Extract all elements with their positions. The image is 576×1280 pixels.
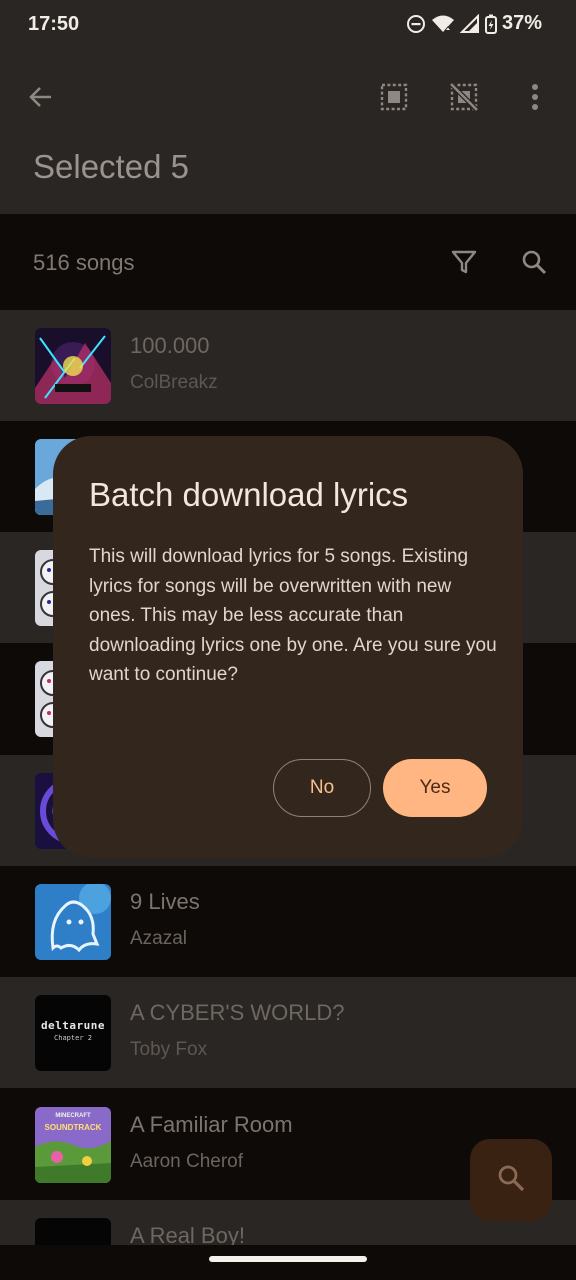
song-title: 100.000: [130, 333, 210, 358]
song-title: A CYBER'S WORLD?: [130, 1000, 345, 1025]
deselect-all-icon[interactable]: [440, 73, 488, 121]
selection-app-bar: Selected 5: [0, 50, 576, 214]
no-button[interactable]: No: [273, 759, 371, 817]
select-all-icon[interactable]: [370, 73, 418, 121]
search-fab[interactable]: [470, 1139, 552, 1221]
status-icons: 37%: [406, 12, 542, 35]
song-artist: Toby Fox: [130, 1039, 208, 1060]
neon-album-art: [35, 328, 111, 404]
battery-percent: 37%: [501, 12, 542, 34]
battery-charging-icon: [484, 14, 497, 34]
yes-button[interactable]: Yes: [383, 759, 487, 817]
dialog-title: Batch download lyrics: [89, 476, 409, 513]
deltarune-logo-text: deltarune: [40, 1019, 106, 1032]
wifi-icon: [431, 14, 455, 34]
more-vert-icon[interactable]: [511, 73, 559, 121]
batch-download-dialog: Batch download lyrics This will download…: [53, 436, 523, 858]
ghost-album-art: [35, 884, 111, 960]
filter-icon[interactable]: [440, 238, 488, 286]
song-artist: Azazal: [130, 928, 188, 949]
song-title: A Familiar Room: [130, 1112, 293, 1137]
home-gesture-handle[interactable]: [209, 1256, 367, 1262]
navigation-bar: [0, 1245, 576, 1280]
song-row[interactable]: 9 Lives Azazal: [0, 866, 576, 977]
songs-header: 516 songs: [0, 214, 576, 310]
status-time: 17:50: [28, 13, 80, 35]
song-artist: ColBreakz: [130, 372, 218, 393]
search-icon[interactable]: [510, 238, 558, 286]
selection-title: Selected 5: [33, 148, 189, 185]
status-bar: 17:50 37%: [0, 0, 576, 50]
soundtrack-text: SOUNDTRACK: [44, 1123, 102, 1132]
songs-count: 516 songs: [33, 250, 135, 275]
back-arrow-icon[interactable]: [17, 73, 65, 121]
deltarune-chapter-text: Chapter 2: [54, 1034, 92, 1042]
song-row[interactable]: deltarune Chapter 2 A CYBER'S WORLD? Tob…: [0, 977, 576, 1088]
signal-icon: [459, 13, 480, 34]
song-artist: Aaron Cherof: [130, 1151, 244, 1172]
search-icon: [497, 1164, 525, 1197]
deltarune-album-art: deltarune Chapter 2: [35, 995, 111, 1071]
song-title: 9 Lives: [130, 889, 200, 914]
minecraft-album-art: MINECRAFT SOUNDTRACK: [35, 1107, 111, 1183]
minecraft-logo-text: MINECRAFT: [55, 1113, 91, 1119]
song-row[interactable]: 100.000 ColBreakz: [0, 310, 576, 421]
do-not-disturb-icon: [406, 14, 426, 34]
dialog-message: This will download lyrics for 5 songs. E…: [89, 546, 497, 685]
